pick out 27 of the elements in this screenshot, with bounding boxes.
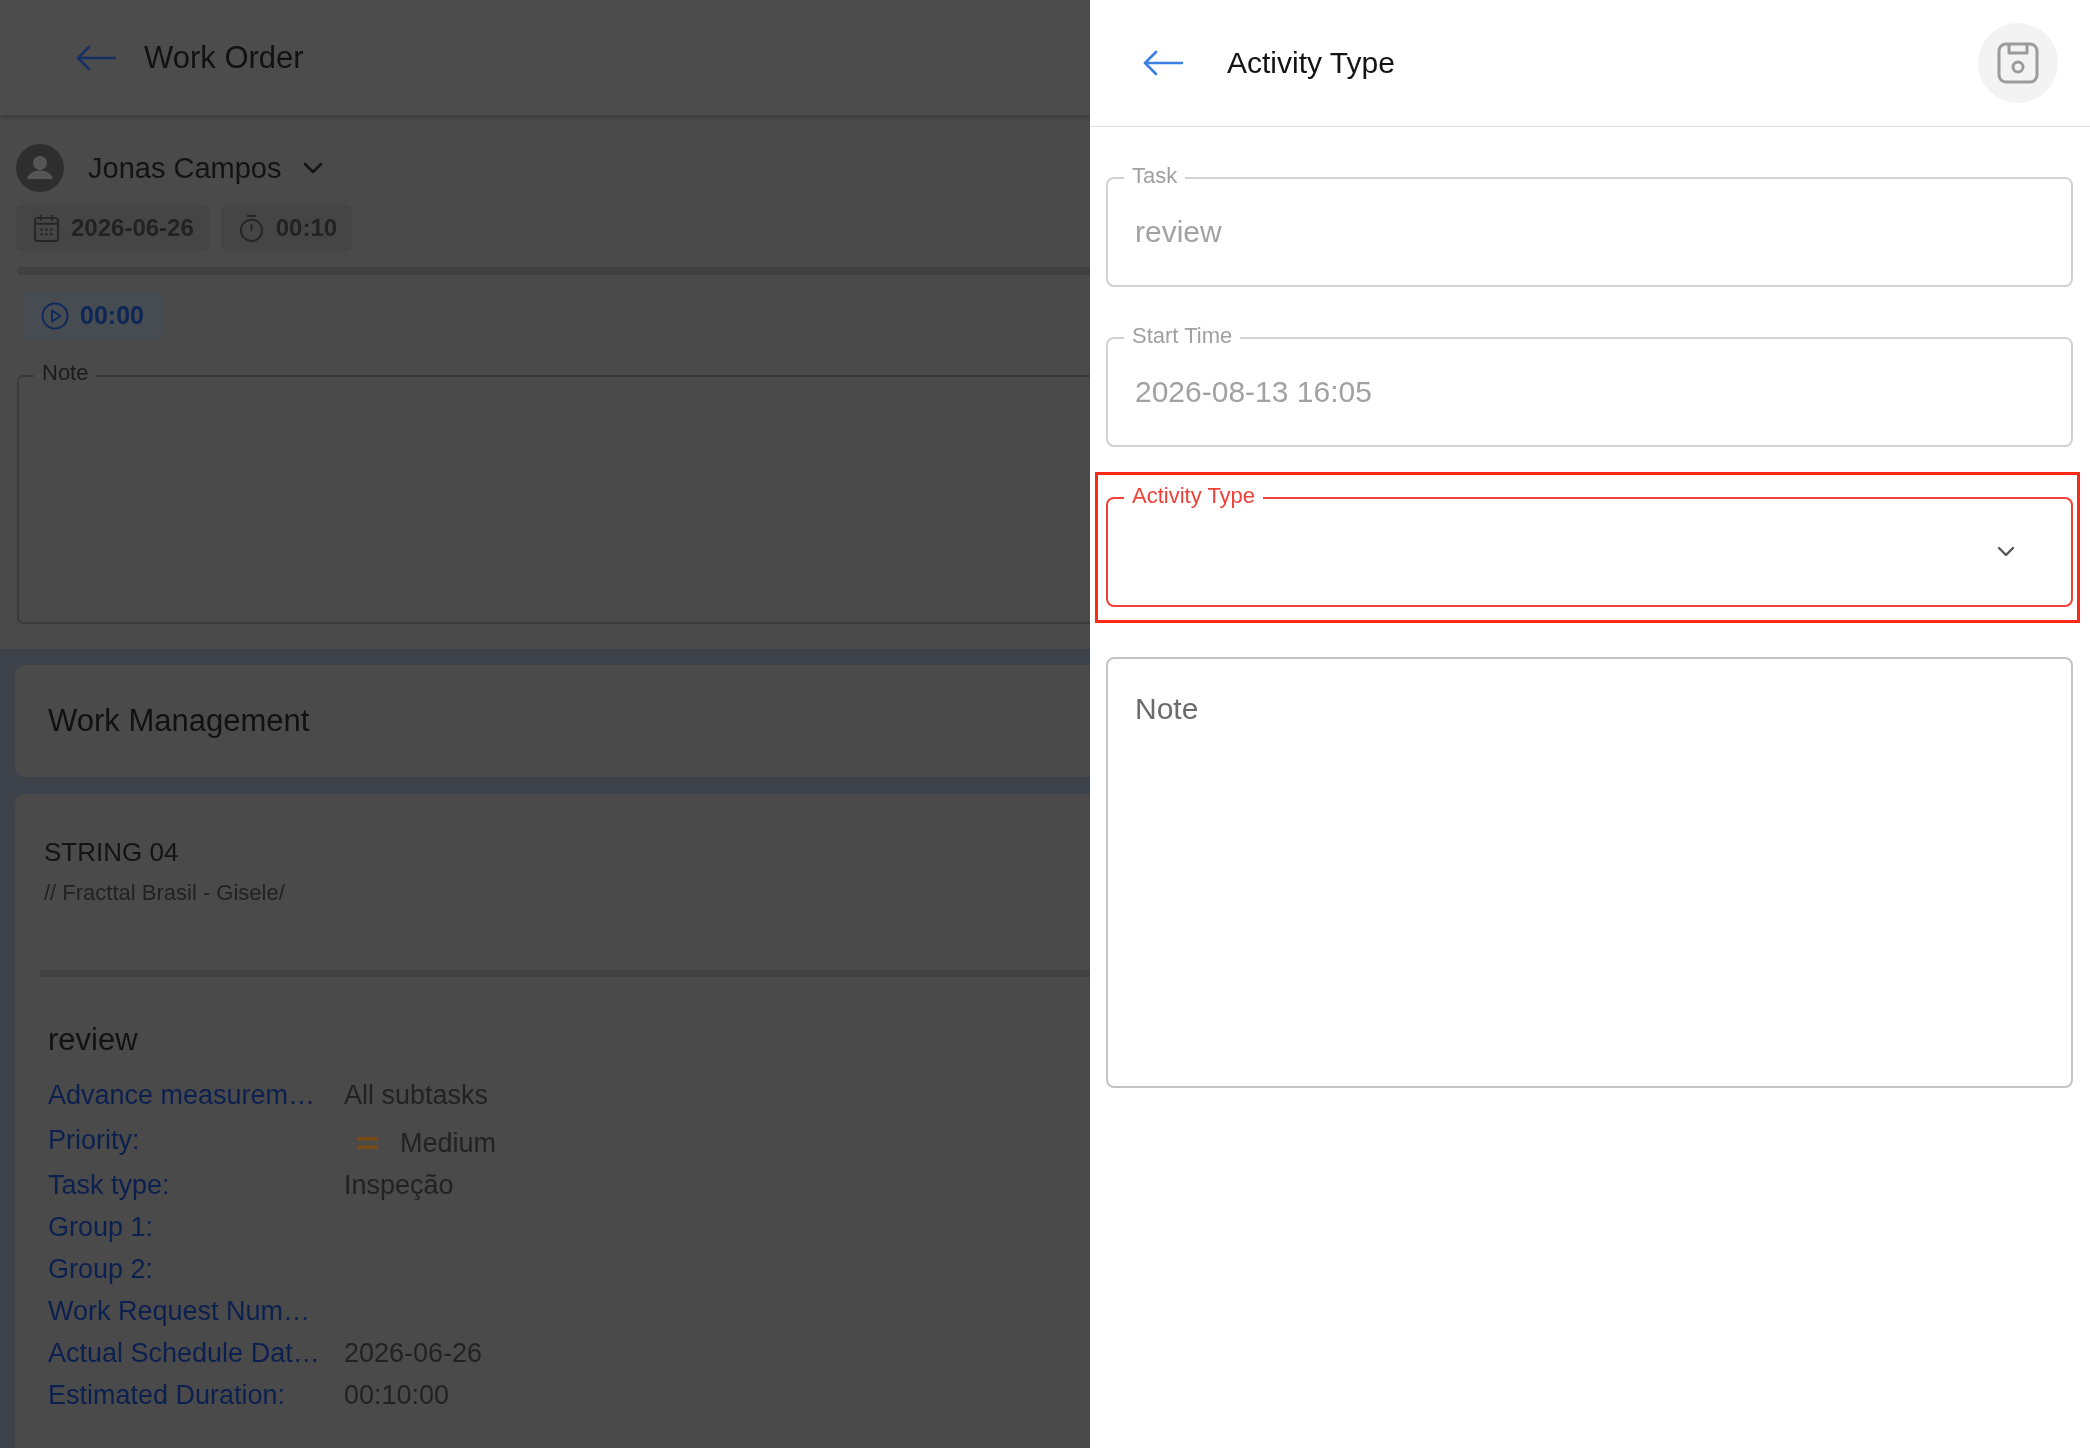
page-title: Work Order	[144, 38, 304, 77]
field-value: review	[1135, 214, 1222, 250]
detail-label: Work Request Num…	[48, 1295, 312, 1328]
timer-button[interactable]: 00:00	[24, 292, 161, 339]
stopwatch-icon	[237, 213, 265, 243]
avatar-icon	[16, 144, 64, 192]
back-arrow-icon[interactable]	[1143, 50, 1183, 76]
play-icon	[41, 301, 69, 330]
detail-label: Group 1:	[48, 1211, 155, 1244]
note-field[interactable]: Note	[1106, 657, 2073, 1088]
user-dropdown[interactable]: Jonas Campos	[88, 150, 324, 186]
task-title: review	[48, 1021, 138, 1059]
equals-icon	[357, 1134, 378, 1151]
detail-label: Advance measurem…	[48, 1079, 317, 1112]
detail-label: Estimated Duration:	[48, 1379, 287, 1412]
asset-name: STRING 04	[44, 836, 179, 868]
chevron-down-icon	[1997, 546, 2015, 557]
field-value: 2026-08-13 16:05	[1135, 374, 1372, 410]
detail-label: Task type:	[48, 1169, 171, 1202]
placeholder-text: Note	[1135, 691, 1199, 727]
calendar-icon	[33, 213, 60, 243]
detail-label: Priority:	[48, 1124, 141, 1157]
detail-label: Actual Schedule Dat…	[48, 1337, 321, 1370]
chevron-down-icon	[303, 162, 324, 174]
section-title: Work Management	[48, 702, 310, 740]
detail-label: Group 2:	[48, 1253, 155, 1286]
panel-title: Activity Type	[1227, 45, 1395, 81]
